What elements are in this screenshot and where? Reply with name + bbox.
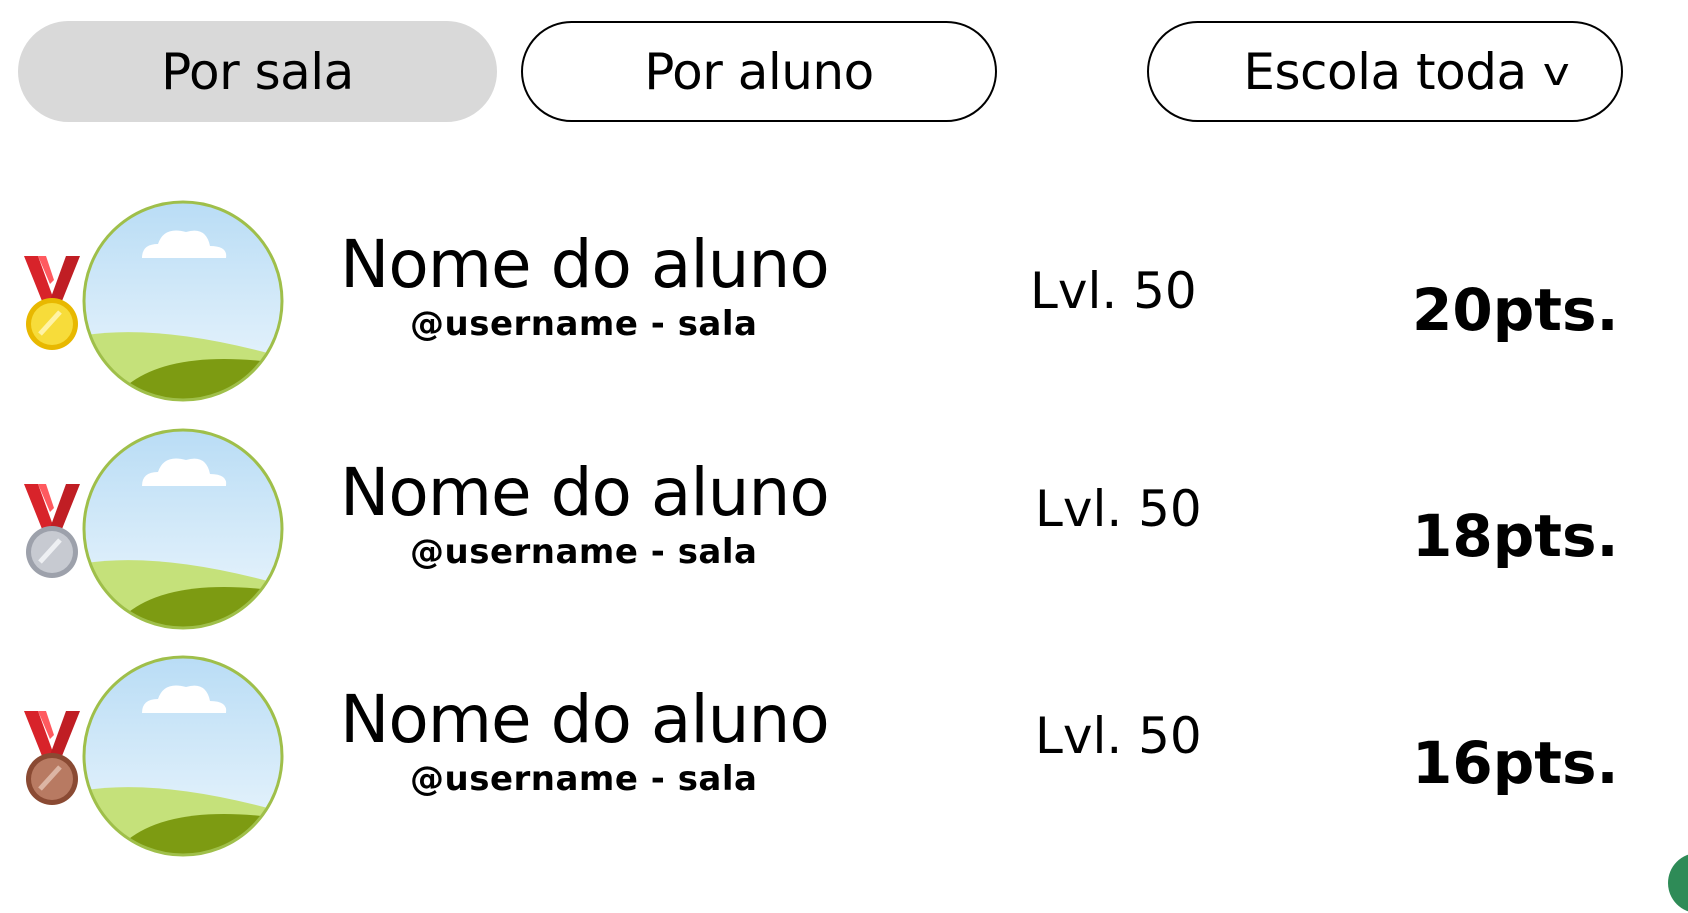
student-points: 20pts. [1412, 276, 1619, 344]
student-points: 16pts. [1412, 729, 1619, 797]
silver-medal-icon [24, 484, 80, 578]
student-name: Nome do aluno [340, 681, 830, 758]
ranking-row[interactable]: Nome do aluno @username - sala Lvl. 50 2… [0, 196, 1688, 406]
student-level: Lvl. 50 [1030, 262, 1197, 320]
student-level: Lvl. 50 [1035, 707, 1202, 765]
tab-by-student-label: Por aluno [644, 42, 874, 101]
student-points: 18pts. [1412, 502, 1619, 570]
student-handle: @username - sala [410, 759, 758, 799]
tab-by-class-label: Por sala [161, 42, 354, 101]
student-handle: @username - sala [410, 532, 758, 572]
scope-dropdown-label: Escola toda [1243, 42, 1527, 101]
ranking-row[interactable]: Nome do aluno @username - sala Lvl. 50 1… [0, 424, 1688, 634]
student-level: Lvl. 50 [1035, 480, 1202, 538]
corner-accent [1668, 853, 1688, 913]
student-name: Nome do aluno [340, 226, 830, 303]
avatar [80, 653, 286, 859]
tab-by-class[interactable]: Por sala [18, 21, 497, 122]
scope-dropdown[interactable]: Escola toda v [1147, 21, 1623, 122]
chevron-down-icon: v [1542, 49, 1569, 94]
student-handle: @username - sala [410, 304, 758, 344]
ranking-row[interactable]: Nome do aluno @username - sala Lvl. 50 1… [0, 651, 1688, 861]
student-name: Nome do aluno [340, 454, 830, 531]
avatar [80, 198, 286, 404]
tab-by-student[interactable]: Por aluno [521, 21, 997, 122]
bronze-medal-icon [24, 711, 80, 805]
gold-medal-icon [24, 256, 80, 350]
avatar [80, 426, 286, 632]
